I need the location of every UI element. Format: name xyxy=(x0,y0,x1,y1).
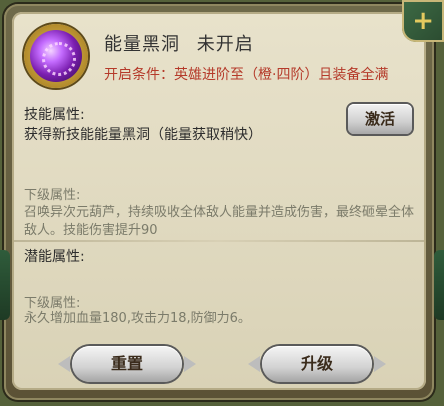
upgrade-button[interactable]: 升级 xyxy=(248,346,386,382)
potential-next-level-value: 永久增加血量180,攻击力18,防御力6。 xyxy=(24,311,251,326)
skill-name: 能量黑洞 xyxy=(104,34,180,55)
right-ornament xyxy=(434,250,444,320)
left-ornament xyxy=(0,250,10,320)
corner-ornament: + xyxy=(402,0,444,42)
section-divider xyxy=(14,240,424,242)
skill-next-level-header: 下级属性: xyxy=(24,188,81,203)
black-hole-orb-icon xyxy=(30,30,82,82)
skill-attr-header: 技能属性: xyxy=(24,107,85,123)
activate-button[interactable]: 激活 xyxy=(348,104,412,134)
skill-title: 能量黑洞 未开启 xyxy=(104,30,254,56)
skill-icon-frame xyxy=(24,24,88,88)
skill-status: 未开启 xyxy=(196,34,254,55)
potential-attr-header: 潜能属性: xyxy=(24,249,85,265)
skill-attr-value: 获得新技能能量黑洞（能量获取稍快） xyxy=(24,127,262,143)
reset-button[interactable]: 重置 xyxy=(58,346,196,382)
potential-next-level-header: 下级属性: xyxy=(24,296,81,311)
plus-icon: + xyxy=(412,6,434,36)
unlock-condition: 开启条件：英雄进阶至（橙·四阶）且装备全满 xyxy=(104,67,389,83)
skill-next-level-value: 召唤异次元葫芦，持续吸收全体敌人能量并造成伤害，最终砸晕全体敌人。技能伤害提升9… xyxy=(24,205,415,238)
